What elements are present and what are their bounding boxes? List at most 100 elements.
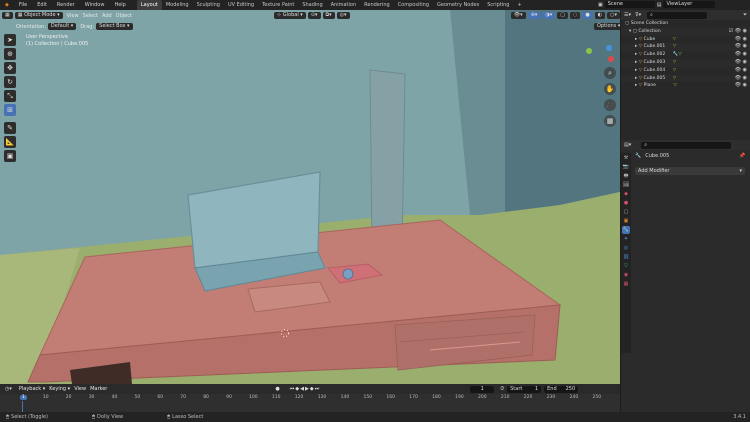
end-frame-field[interactable]: End 250 [544, 385, 579, 393]
snap-toggle[interactable]: ⧉▾ [322, 12, 335, 19]
proportional-edit-toggle[interactable]: ◎▾ [336, 12, 350, 19]
menu-help[interactable]: Help [109, 0, 130, 10]
playhead-line[interactable] [22, 401, 23, 412]
current-frame-field[interactable]: 1 [470, 385, 495, 393]
viewlayer-selector[interactable]: ViewLayer [663, 1, 716, 8]
drag-selector[interactable]: Select Box ▾ [96, 23, 133, 30]
add-cube-tool-button[interactable]: ▣ [4, 150, 16, 162]
workspace-tab-uv-editing[interactable]: UV Editing [224, 0, 258, 10]
rotate-tool-button[interactable]: ↻ [4, 76, 16, 88]
3d-viewport[interactable]: ▦ ▦ Object Mode ▾ View Select Add Object… [0, 10, 620, 384]
grid-icon[interactable]: ▦ [604, 115, 616, 127]
physics-tab-icon[interactable]: ◎ [622, 244, 630, 252]
data-tab-icon[interactable]: ▽ [622, 262, 630, 270]
menu-render[interactable]: Render [52, 0, 80, 10]
gizmo-toggle[interactable]: ⊕▾ [527, 12, 541, 19]
zoom-icon[interactable]: ⌕ [604, 67, 616, 79]
visibility-icon[interactable]: 👁 ◉ [735, 67, 747, 75]
material-tab-icon[interactable]: ◉ [622, 271, 630, 279]
pivot-selector[interactable]: ⊙▾ [307, 12, 321, 19]
menu-window[interactable]: Window [80, 0, 110, 10]
outliner-item-cube-005[interactable]: ▸ ▽ Cube.005 ▽ 👁 ◉ [621, 74, 750, 83]
menu-playback[interactable]: Playback ▾ [19, 386, 45, 392]
orientation-gizmo[interactable] [584, 45, 618, 65]
shading-solid[interactable]: ● [582, 12, 593, 19]
outliner-item-cube-002[interactable]: ▸ ▽ Cube.002 🔧▽ 👁 ◉ [621, 51, 750, 59]
visibility-icon[interactable]: 👁 ◉ [735, 43, 747, 51]
scene-collection-row[interactable]: ▢ Scene Collection [621, 20, 750, 28]
menu-select[interactable]: Select [83, 13, 98, 19]
shading-material[interactable]: ◐ [594, 12, 606, 19]
move-tool-button[interactable]: ✥ [4, 62, 16, 74]
overlay-toggle[interactable]: ◑▾ [542, 12, 556, 19]
measure-tool-button[interactable]: 📐 [4, 136, 16, 148]
outliner-item-plane[interactable]: ▸ ▽ Plane ▽ 👁 ◉ [621, 82, 750, 90]
menu-file[interactable]: File [14, 0, 32, 10]
modifier-tab-icon[interactable]: 🔧 [622, 226, 630, 234]
outliner-search-input[interactable]: ⌕ [647, 11, 708, 19]
annotate-tool-button[interactable]: ✎ [4, 122, 16, 134]
x-axis-icon[interactable] [608, 56, 614, 62]
mode-selector[interactable]: ▦ Object Mode ▾ [14, 12, 63, 19]
menu-keying[interactable]: Keying ▾ [49, 386, 70, 392]
workspace-tab-animation[interactable]: Animation [327, 0, 361, 10]
properties-search-input[interactable]: ⌕ [641, 141, 732, 149]
workspace-tab-compositing[interactable]: Compositing [394, 0, 433, 10]
particles-tab-icon[interactable]: ✦ [622, 235, 630, 243]
options-button[interactable]: Options ▾ [594, 23, 620, 30]
shading-rendered[interactable]: ○▾ [607, 12, 620, 19]
blender-logo-icon[interactable]: ◆ [0, 0, 14, 10]
render-tab-icon[interactable]: 📷 [622, 163, 630, 171]
xray-toggle[interactable]: ▢ [557, 12, 568, 19]
menu-timeline-view[interactable]: View [74, 386, 86, 392]
visibility-icon[interactable]: 👁 ◉ [735, 36, 747, 44]
scene-tab-icon[interactable]: ◆ [622, 190, 630, 198]
visibility-icon[interactable]: 👁 ◉ [735, 82, 747, 90]
y-axis-icon[interactable] [586, 48, 592, 54]
editor-type-button[interactable]: ▦ [2, 12, 13, 19]
collection-row[interactable]: ▾ ▢ Collection ☑ 👁 ◉ [621, 27, 750, 36]
workspace-tab-texture-paint[interactable]: Texture Paint [258, 0, 298, 10]
tool-tab-icon[interactable]: ⚒ [622, 154, 630, 162]
filter-icon[interactable]: ⊽▾ [635, 12, 641, 18]
outliner-editor-icon[interactable]: ☰▾ [624, 12, 631, 18]
workspace-tab-shading[interactable]: Shading [298, 0, 326, 10]
add-workspace-icon[interactable]: + [513, 0, 525, 10]
pin-icon[interactable]: 📌 [739, 153, 745, 159]
constraints-tab-icon[interactable]: ⛓ [622, 253, 630, 261]
transform-tool-button[interactable]: ⊞ [4, 104, 16, 116]
add-modifier-button[interactable]: Add Modifier ▾ [635, 167, 745, 175]
outliner-item-cube[interactable]: ▸ ▽ Cube ▽ 👁 ◉ [621, 36, 750, 44]
scale-tool-button[interactable]: ⤡ [4, 90, 16, 102]
preview-range-icon[interactable]: ⏱ [500, 386, 504, 392]
object-tab-icon[interactable]: ▣ [622, 217, 630, 225]
funnel-icon[interactable]: ⏷ [743, 12, 747, 18]
menu-marker[interactable]: Marker [90, 386, 107, 392]
properties-editor-icon[interactable]: ▤▾ [624, 142, 631, 148]
workspace-tab-rendering[interactable]: Rendering [360, 0, 394, 10]
outliner-item-cube-004[interactable]: ▸ ▽ Cube.004 ▽ 👁 ◉ [621, 67, 750, 75]
timeline-editor-icon[interactable]: ◷▾ [2, 385, 15, 393]
collection-visibility-icon[interactable]: ☑ 👁 ◉ [729, 28, 747, 36]
orientation-selector[interactable]: Default ▾ [47, 23, 77, 30]
texture-tab-icon[interactable]: ▦ [622, 280, 630, 288]
pan-hand-icon[interactable]: ✋ [604, 83, 616, 95]
menu-object[interactable]: Object [116, 13, 132, 19]
collection-tab-icon[interactable]: ▢ [622, 208, 630, 216]
outliner-item-cube-001[interactable]: ▸ ▽ Cube.001 ▽ 👁 ◉ [621, 43, 750, 52]
record-icon[interactable]: ● [275, 386, 279, 392]
scene-selector[interactable]: Scene [604, 1, 655, 8]
workspace-tab-modeling[interactable]: Modeling [162, 0, 193, 10]
workspace-tab-layout[interactable]: Layout [136, 0, 162, 10]
z-axis-icon[interactable] [606, 45, 612, 51]
visibility-icon[interactable]: 👁 ◉ [735, 59, 747, 67]
cursor-tool-button[interactable]: ⊕ [4, 48, 16, 60]
visibility-icon[interactable]: 👁 ◉ [735, 75, 747, 83]
menu-edit[interactable]: Edit [32, 0, 52, 10]
menu-view[interactable]: View [67, 13, 79, 19]
camera-icon[interactable]: 🎥 [604, 99, 616, 111]
shading-wireframe[interactable]: ◌ [570, 12, 581, 19]
transform-orientation-selector[interactable]: ⊹ Global ▾ [273, 12, 306, 19]
jump-end-icon[interactable]: ⏭ [315, 386, 321, 392]
select-tool-button[interactable]: ➤ [4, 34, 16, 46]
